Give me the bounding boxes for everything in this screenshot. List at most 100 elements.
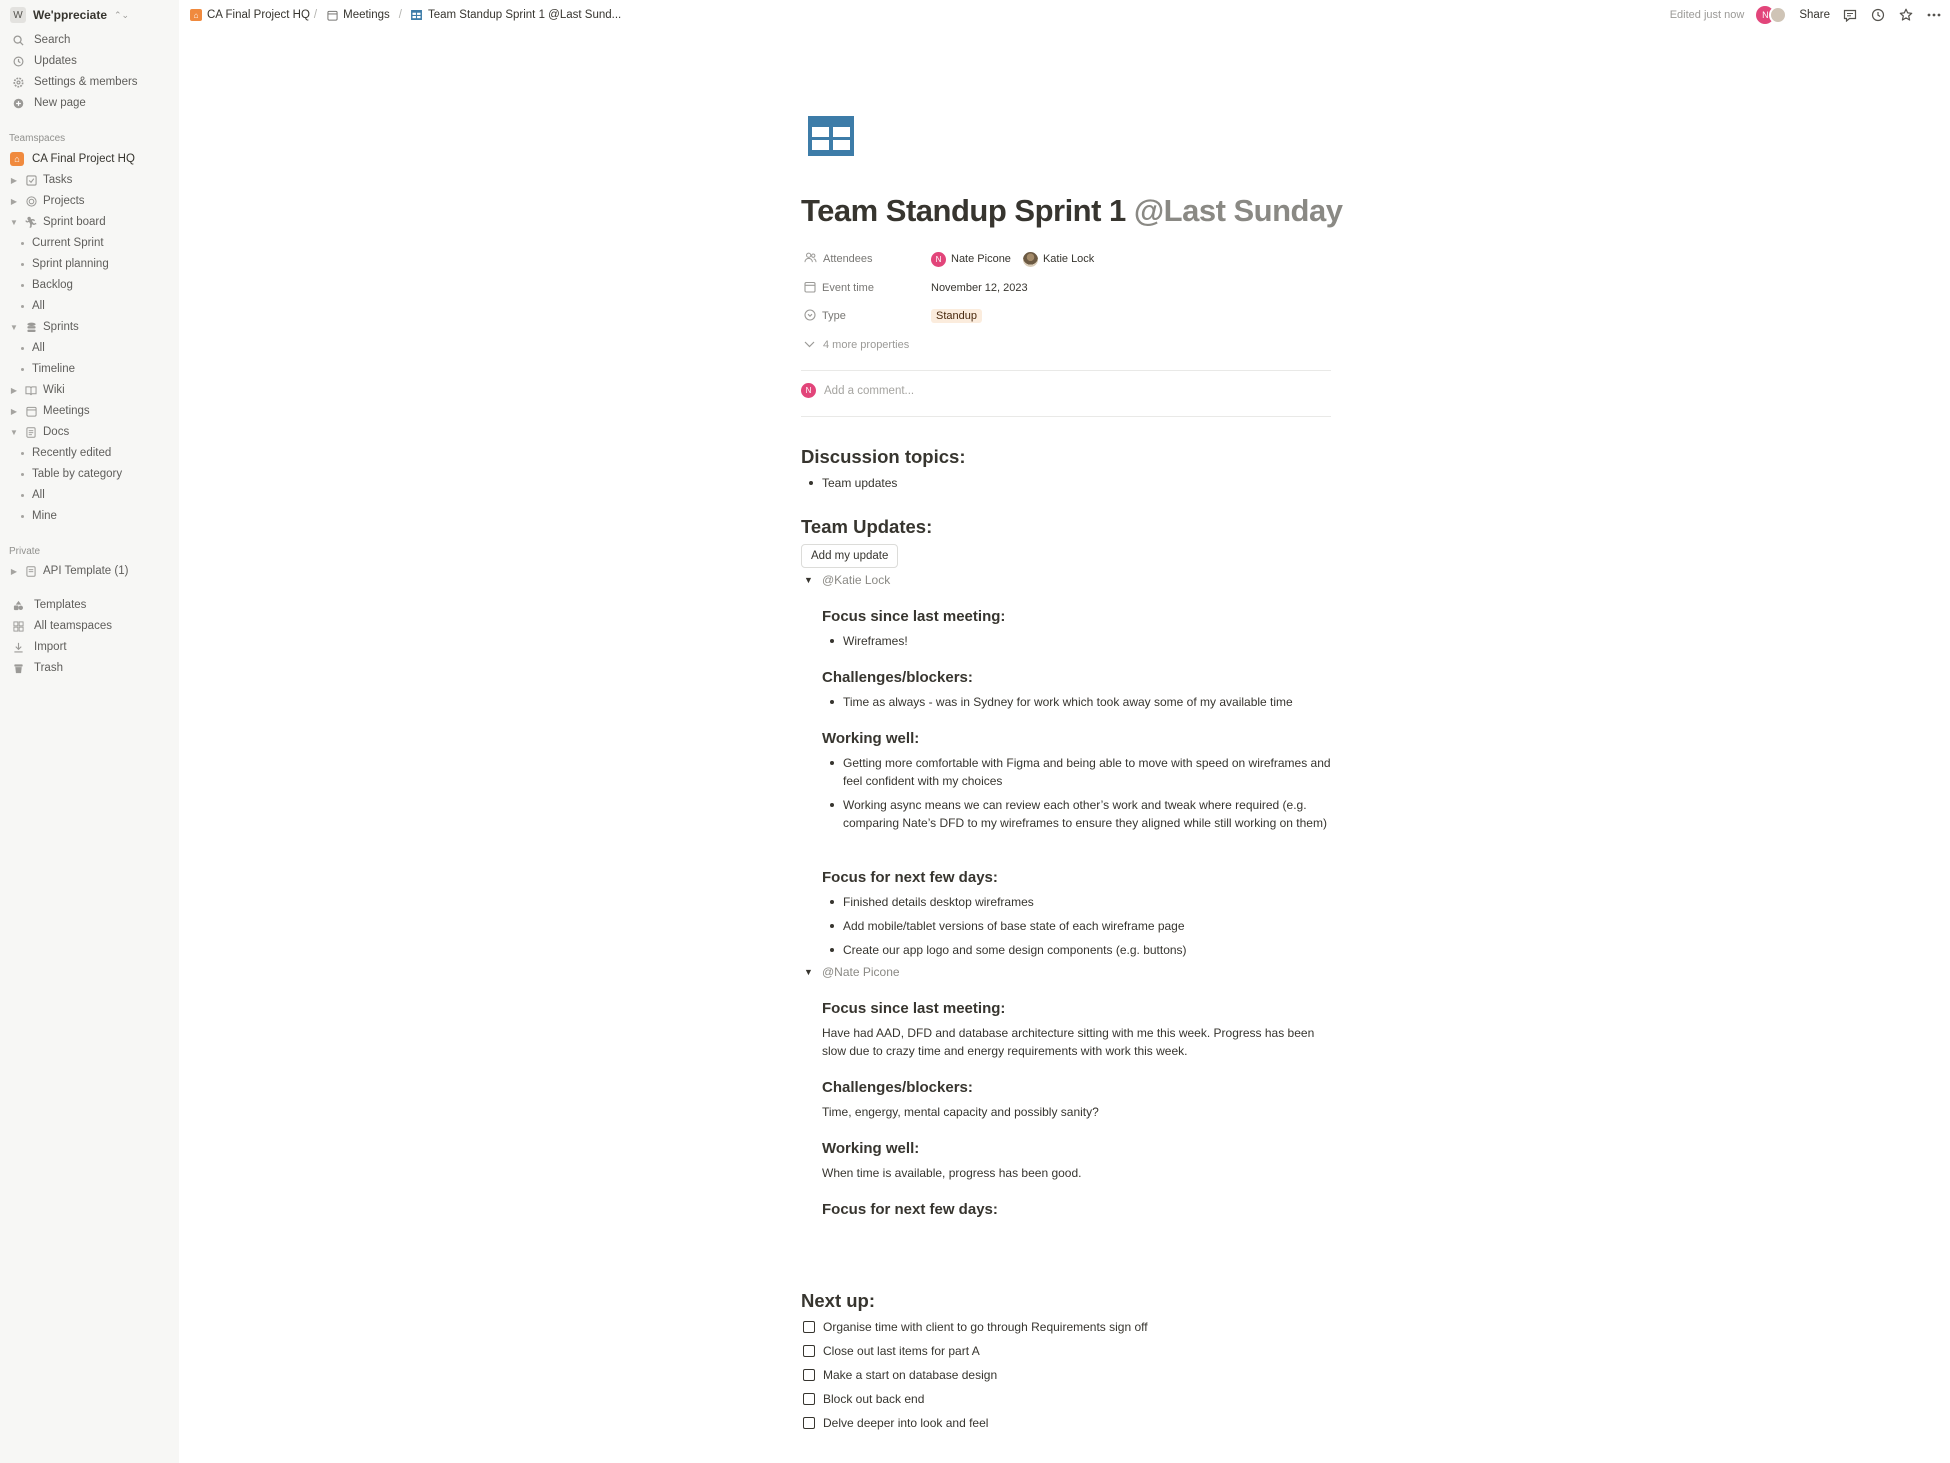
person-chip[interactable]: N Nate Picone [931,251,1011,267]
list-item[interactable]: Wireframes! [830,632,1323,650]
toggle-nate-picone[interactable]: ▼ @Nate Picone [804,965,900,979]
sidebar-item-all-teamspaces[interactable]: All teamspaces [0,616,179,636]
sidebar-item-sprint-board-all[interactable]: All [0,296,179,316]
paragraph[interactable]: Time, engergy, mental capacity and possi… [822,1103,1332,1121]
star-icon[interactable] [1898,7,1914,23]
history-icon[interactable] [1870,7,1886,23]
add-my-update-button[interactable]: Add my update [801,544,899,568]
page-table-icon[interactable] [808,116,854,156]
chevron-down-icon[interactable]: ▼ [9,428,19,437]
checkbox[interactable] [803,1417,815,1429]
heading-working-well[interactable]: Working well: [822,1140,919,1157]
sidebar-item-mine[interactable]: Mine [0,506,179,526]
chevron-right-icon[interactable]: ▶ [9,567,19,576]
sidebar-item-backlog[interactable]: Backlog [0,275,179,295]
chevron-down-icon[interactable]: ▼ [9,218,19,227]
todo-item[interactable]: Delve deeper into look and feel [803,1416,988,1430]
checkbox[interactable] [803,1345,815,1357]
heading-next-up[interactable]: Next up: [801,1290,875,1312]
page-title[interactable]: Team Standup Sprint 1 @Last Sunday [801,193,1343,229]
person-mention[interactable]: @Katie Lock [822,573,890,587]
sidebar-item-import[interactable]: Import [0,637,179,657]
property-name[interactable]: Event time [801,281,931,296]
workspace-switcher[interactable]: W We'ppreciate ⌃⌄ [0,0,179,30]
sidebar-item-timeline[interactable]: Timeline [0,359,179,379]
todo-item[interactable]: Block out back end [803,1392,924,1406]
more-properties-toggle[interactable]: 4 more properties [801,334,1331,356]
sidebar-item-api-template[interactable]: ▶ API Template (1) [0,561,179,581]
sidebar-item-teamspace[interactable]: ⌂ CA Final Project HQ [0,149,179,169]
sidebar-item-recently-edited[interactable]: Recently edited [0,443,179,463]
sidebar-item-sprint-planning[interactable]: Sprint planning [0,254,179,274]
todo-item[interactable]: Organise time with client to go through … [803,1320,1148,1334]
list-item[interactable]: Working async means we can review each o… [830,796,1331,832]
heading-challenges[interactable]: Challenges/blockers: [822,669,973,686]
checkbox[interactable] [803,1393,815,1405]
sidebar-item-wiki[interactable]: ▶ Wiki [0,380,179,400]
sidebar-item-updates[interactable]: Updates [0,51,179,71]
heading-focus-since-last[interactable]: Focus since last meeting: [822,608,1005,625]
sidebar-item-sprints-all[interactable]: All [0,338,179,358]
heading-focus-next[interactable]: Focus for next few days: [822,1201,998,1218]
date-mention[interactable]: @Last Sunday [1134,193,1343,228]
checkbox[interactable] [803,1321,815,1333]
list-item[interactable]: Getting more comfortable with Figma and … [830,754,1331,790]
heading-working-well[interactable]: Working well: [822,730,919,747]
property-value[interactable]: November 12, 2023 [931,282,1028,294]
checkbox[interactable] [803,1369,815,1381]
person-chip[interactable]: Katie Lock [1022,251,1094,267]
list-item[interactable]: Finished details desktop wireframes [830,893,1323,911]
sidebar-item-tasks[interactable]: ▶ Tasks [0,170,179,190]
share-button[interactable]: Share [1799,9,1830,21]
breadcrumb-meetings[interactable]: Meetings [326,9,390,21]
heading-challenges[interactable]: Challenges/blockers: [822,1079,973,1096]
paragraph[interactable]: When time is available, progress has bee… [822,1164,1332,1182]
sidebar-item-sprints[interactable]: ▼ Sprints [0,317,179,337]
heading-discussion-topics[interactable]: Discussion topics: [801,446,965,468]
toggle-triangle-icon[interactable]: ▼ [804,575,814,585]
heading-focus-since-last[interactable]: Focus since last meeting: [822,1000,1005,1017]
sidebar-item-docs-all[interactable]: All [0,485,179,505]
sidebar-item-meetings[interactable]: ▶ Meetings [0,401,179,421]
comment-input[interactable]: N Add a comment... [801,383,914,398]
sidebar-item-settings[interactable]: Settings & members [0,72,179,92]
property-value[interactable]: Standup [931,309,982,323]
chevron-down-icon[interactable]: ▼ [9,323,19,332]
presence-avatars[interactable]: N [1756,6,1788,24]
heading-team-updates[interactable]: Team Updates: [801,516,932,538]
person-mention[interactable]: @Nate Picone [822,965,900,979]
sidebar-item-search[interactable]: Search [0,30,179,50]
sidebar-item-new-page[interactable]: New page [0,93,179,113]
sidebar-item-label: All [32,342,45,354]
sidebar-item-label: Mine [32,510,57,522]
bullet-icon [21,262,24,266]
property-value[interactable]: N Nate Picone Katie Lock [931,251,1100,267]
toggle-triangle-icon[interactable]: ▼ [804,967,814,977]
sidebar-item-templates[interactable]: Templates [0,595,179,615]
sidebar-item-projects[interactable]: ▶ Projects [0,191,179,211]
comment-icon[interactable] [1842,7,1858,23]
list-item[interactable]: Team updates [808,474,897,492]
chevron-right-icon[interactable]: ▶ [9,176,19,185]
chevron-right-icon[interactable]: ▶ [9,197,19,206]
toggle-katie-lock[interactable]: ▼ @Katie Lock [804,573,890,587]
list-item[interactable]: Time as always - was in Sydney for work … [830,693,1323,711]
sidebar-item-sprint-board[interactable]: ▼ 🏃︎ Sprint board [0,212,179,232]
more-icon[interactable] [1926,7,1942,23]
property-name[interactable]: Type [801,308,931,324]
paragraph[interactable]: Have had AAD, DFD and database architect… [822,1024,1332,1060]
sidebar-item-docs[interactable]: ▼ Docs [0,422,179,442]
sidebar-item-current-sprint[interactable]: Current Sprint [0,233,179,253]
heading-focus-next[interactable]: Focus for next few days: [822,869,998,886]
list-item[interactable]: Create our app logo and some design comp… [830,941,1323,959]
list-item[interactable]: Add mobile/tablet versions of base state… [830,917,1323,935]
sidebar-item-table-by-category[interactable]: Table by category [0,464,179,484]
chevron-right-icon[interactable]: ▶ [9,386,19,395]
chevron-right-icon[interactable]: ▶ [9,407,19,416]
breadcrumb-teamspace[interactable]: ⌂ CA Final Project HQ [190,9,310,21]
sidebar-item-trash[interactable]: Trash [0,658,179,678]
property-name[interactable]: Attendees [801,252,931,266]
todo-item[interactable]: Make a start on database design [803,1368,997,1382]
breadcrumb-current-page[interactable]: Team Standup Sprint 1 @Last Sund... [411,9,621,21]
todo-item[interactable]: Close out last items for part A [803,1344,980,1358]
